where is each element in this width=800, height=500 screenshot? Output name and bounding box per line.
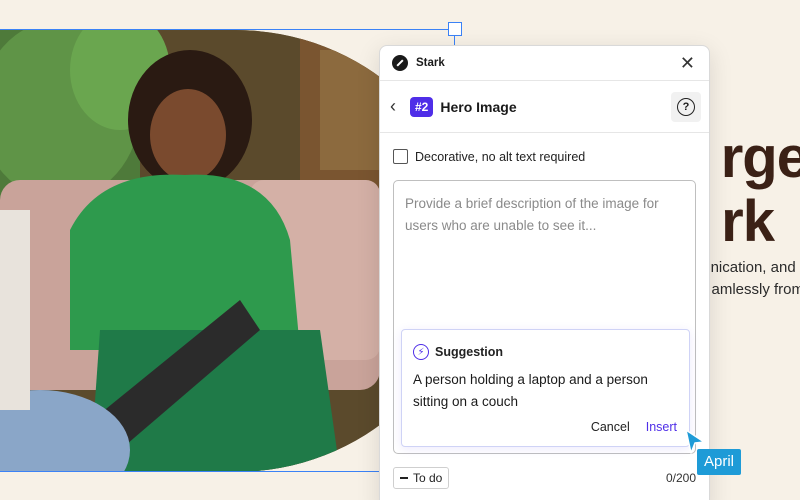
help-icon: ? <box>677 97 695 116</box>
suggestion-header: ⚡ Suggestion <box>402 330 689 360</box>
suggestion-actions: Cancel Insert <box>591 420 677 434</box>
item-number-badge: #2 <box>410 96 434 117</box>
help-button[interactable]: ? <box>671 91 701 122</box>
suggestion-text: A person holding a laptop and a person s… <box>413 372 648 409</box>
chevron-left-icon[interactable]: ‹ <box>390 96 404 117</box>
panel-title: Hero Image <box>440 98 517 115</box>
decorative-label: Decorative, no alt text required <box>415 149 586 164</box>
decorative-checkbox[interactable] <box>393 149 408 164</box>
selection-handle[interactable] <box>448 22 462 36</box>
insert-button[interactable]: Insert <box>646 420 677 434</box>
lightning-icon: ⚡ <box>413 344 429 360</box>
suggestion-card: ⚡ Suggestion A person holding a laptop a… <box>401 329 690 447</box>
selection-stem <box>454 35 455 45</box>
panel-footer: To do 0/200 <box>393 467 696 489</box>
app-name: Stark <box>416 57 445 69</box>
minus-icon <box>400 477 408 479</box>
cancel-button[interactable]: Cancel <box>591 420 630 434</box>
alt-text-placeholder: Provide a brief description of the image… <box>405 196 659 233</box>
status-chip[interactable]: To do <box>393 467 450 489</box>
selection-outline-bottom <box>0 471 392 472</box>
selection-outline-top <box>0 29 456 30</box>
stark-panel: Stark ✕ ‹ #2 Hero Image ? Decorative, no… <box>379 45 710 500</box>
collaborator-tag: April <box>697 449 742 475</box>
close-icon[interactable]: ✕ <box>678 52 697 74</box>
hero-heading-line-1: rge <box>720 125 800 190</box>
hero-heading-line-2: rk <box>721 189 775 254</box>
suggestion-label: Suggestion <box>435 345 504 359</box>
stark-logo-icon <box>392 55 408 71</box>
decorative-option: Decorative, no alt text required <box>380 133 709 164</box>
title-row: ‹ #2 Hero Image ? <box>380 81 709 133</box>
hero-subtext-line-2: amlessly from <box>711 281 800 298</box>
alt-text-input[interactable]: Provide a brief description of the image… <box>393 180 696 454</box>
hero-subtext-line-1: nication, and t <box>710 259 800 276</box>
panel-header: Stark ✕ <box>380 46 709 81</box>
status-chip-label: To do <box>413 471 443 485</box>
character-counter: 0/200 <box>665 471 696 485</box>
